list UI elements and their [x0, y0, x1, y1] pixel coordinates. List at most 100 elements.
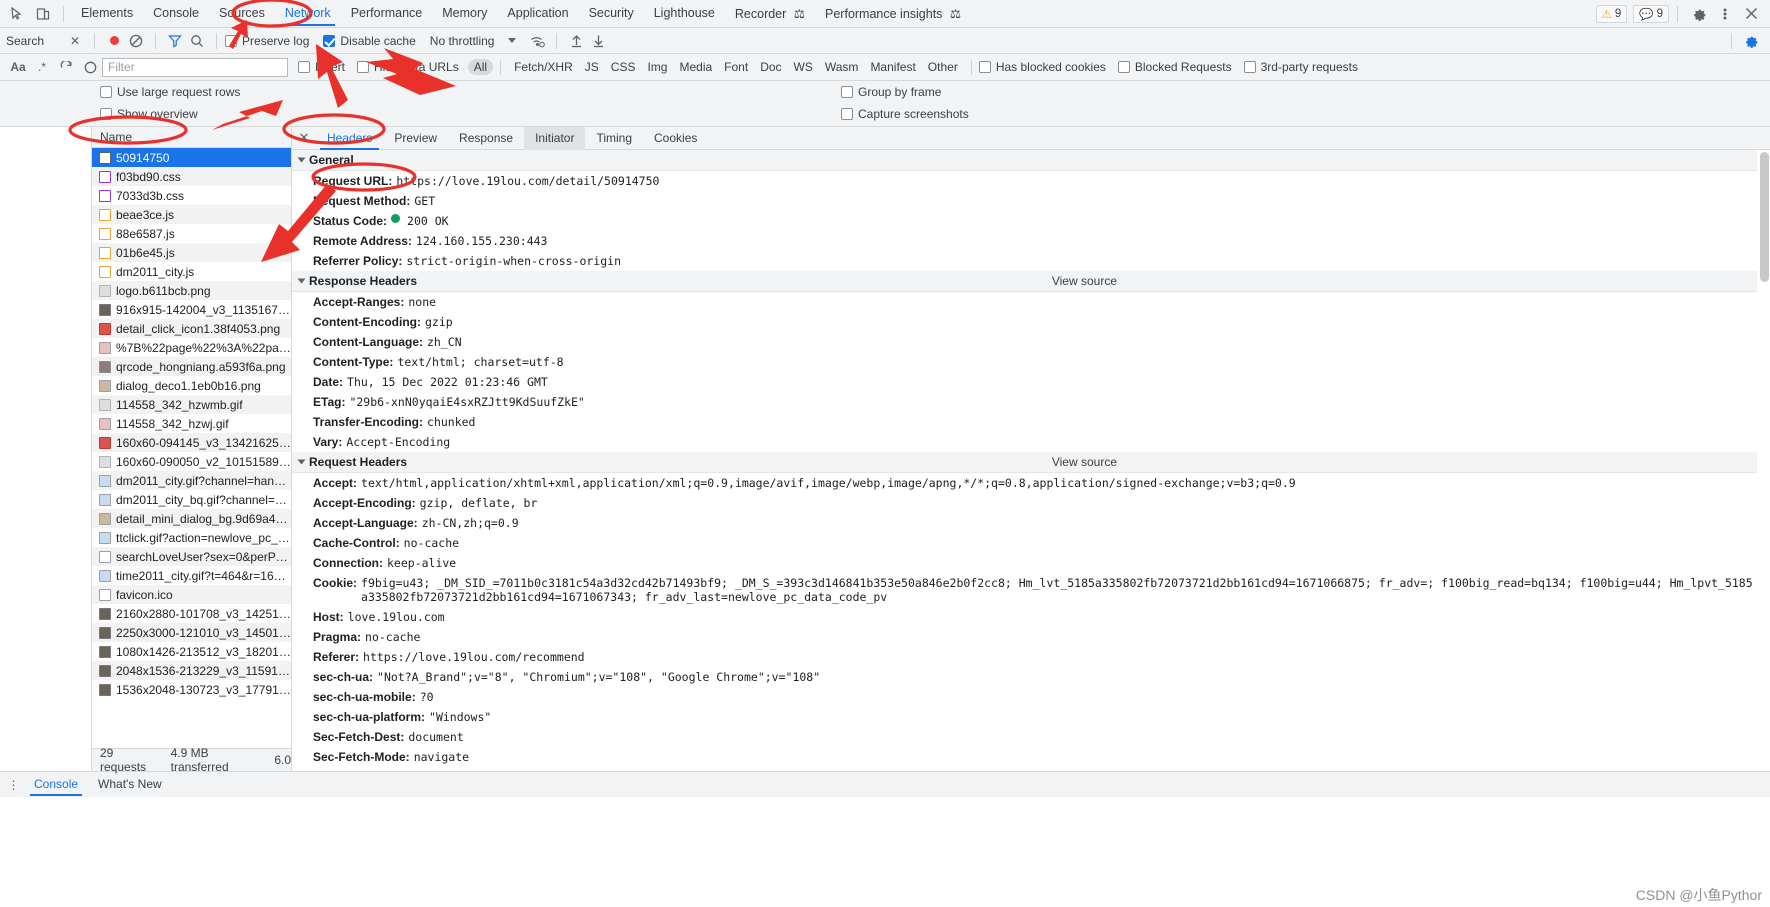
drawer-tab-whats-new[interactable]: What's New [88, 773, 172, 796]
request-row[interactable]: 160x60-094145_v3_1342162562210… [92, 433, 291, 452]
request-row[interactable]: dm2011_city.js [92, 262, 291, 281]
devtools-tab-memory[interactable]: Memory [432, 1, 497, 26]
close-icon[interactable] [1738, 1, 1764, 27]
message-badge[interactable]: 💬 9 [1633, 4, 1669, 23]
network-settings-gear-icon[interactable] [1740, 30, 1762, 52]
invert-checkbox[interactable]: Invert [298, 60, 345, 74]
blocked-requests-checkbox[interactable]: Blocked Requests [1117, 60, 1232, 74]
request-row[interactable]: 2048x1536-213229_v3_1159166765… [92, 661, 291, 680]
details-close-icon[interactable]: ✕ [292, 130, 316, 146]
request-row[interactable]: 01b6e45.js [92, 243, 291, 262]
request-row[interactable]: 2250x3000-121010_v3_1450167081… [92, 623, 291, 642]
tab-response[interactable]: Response [448, 127, 524, 150]
record-button[interactable] [103, 30, 125, 52]
drawer-tab-console[interactable]: Console [24, 773, 88, 796]
request-rows[interactable]: 50914750 f03bd90.css 7033d3b.css beae3ce.js… [92, 148, 291, 748]
filter-type-wasm[interactable]: Wasm [819, 59, 865, 75]
filter-type-other[interactable]: Other [922, 59, 964, 75]
throttling-select-value[interactable]: No throttling [430, 34, 495, 48]
third-party-requests-checkbox[interactable]: 3rd-party requests [1243, 60, 1358, 74]
devtools-tab-performance[interactable]: Performance [341, 1, 433, 26]
has-blocked-cookies-checkbox[interactable]: Has blocked cookies [978, 60, 1106, 74]
request-row[interactable]: 1080x1426-213512_v3_1820167067… [92, 642, 291, 661]
filter-type-doc[interactable]: Doc [754, 59, 787, 75]
request-row[interactable]: 50914750 [92, 148, 291, 167]
preserve-log-checkbox[interactable]: Preserve log [225, 34, 309, 48]
tab-timing[interactable]: Timing [585, 127, 643, 150]
filter-button[interactable] [164, 30, 186, 52]
more-vertical-icon[interactable]: ⋮ [4, 778, 24, 792]
section-header[interactable]: Request Headers View source [292, 452, 1757, 473]
request-row[interactable]: 114558_342_hzwj.gif [92, 414, 291, 433]
request-row[interactable]: 160x60-090050_v2_1015158933165… [92, 452, 291, 471]
tab-headers[interactable]: Headers [316, 127, 383, 150]
devtools-tab-console[interactable]: Console [143, 1, 209, 26]
capture-screenshots-checkbox[interactable]: Capture screenshots [841, 107, 969, 121]
devtools-tab-elements[interactable]: Elements [71, 1, 143, 26]
request-row[interactable]: favicon.ico [92, 585, 291, 604]
request-row[interactable]: beae3ce.js [92, 205, 291, 224]
request-row[interactable]: ttclick.gif?action=newlove_pc_data_… [92, 528, 291, 547]
chevron-down-icon[interactable] [508, 38, 517, 43]
tab-preview[interactable]: Preview [383, 127, 448, 150]
request-row[interactable]: logo.b611bcb.png [92, 281, 291, 300]
request-row[interactable]: 2160x2880-101708_v3_1425167089… [92, 604, 291, 623]
devtools-tab-sources[interactable]: Sources [209, 1, 275, 26]
filter-type-img[interactable]: Img [641, 59, 673, 75]
filter-type-all[interactable]: All [467, 59, 494, 75]
devtools-tab-application[interactable]: Application [497, 1, 578, 26]
filter-type-ws[interactable]: WS [788, 59, 819, 75]
details-scrollbar[interactable] [1758, 150, 1770, 771]
devtools-tab-security[interactable]: Security [579, 1, 644, 26]
network-conditions-icon[interactable] [526, 30, 548, 52]
request-row[interactable]: %7B%22page%22%3A%22pages%… [92, 338, 291, 357]
filter-type-font[interactable]: Font [718, 59, 754, 75]
request-row[interactable]: detail_mini_dialog_bg.9d69a46.png [92, 509, 291, 528]
devtools-tab-performance-insights[interactable]: Performance insights ⚖ [815, 1, 971, 27]
request-row[interactable]: 916x915-142004_v3_113516707396… [92, 300, 291, 319]
search-button[interactable] [186, 30, 208, 52]
request-row[interactable]: 7033d3b.css [92, 186, 291, 205]
refresh-icon[interactable] [54, 56, 78, 78]
filter-type-css[interactable]: CSS [605, 59, 642, 75]
filter-type-fetch-xhr[interactable]: Fetch/XHR [508, 59, 579, 75]
export-har-icon[interactable] [587, 30, 609, 52]
filter-type-js[interactable]: JS [579, 59, 605, 75]
inspect-element-icon[interactable] [4, 1, 30, 27]
clear-filter-icon[interactable] [78, 56, 102, 78]
use-large-request-rows-checkbox[interactable]: Use large request rows [100, 85, 240, 99]
more-vertical-icon[interactable] [1712, 1, 1738, 27]
request-row[interactable]: dialog_deco1.1eb0b16.png [92, 376, 291, 395]
warning-badge[interactable]: ⚠ 9 [1595, 4, 1628, 23]
device-toolbar-icon[interactable] [30, 1, 56, 27]
search-close-icon[interactable]: ✕ [64, 30, 86, 52]
request-row[interactable]: searchLoveUser?sex=0&perPage=1… [92, 547, 291, 566]
request-row[interactable]: f03bd90.css [92, 167, 291, 186]
request-row[interactable]: dm2011_city.gif?channel=hangzho… [92, 471, 291, 490]
request-list-column-header[interactable]: Name [92, 127, 291, 148]
tab-cookies[interactable]: Cookies [643, 127, 708, 150]
regex-icon[interactable]: .* [30, 56, 54, 78]
filter-input[interactable] [102, 57, 288, 77]
hide-data-urls-checkbox[interactable]: Hide data URLs [357, 60, 459, 74]
section-header[interactable]: Response Headers View source [292, 271, 1757, 292]
request-row[interactable]: time2011_city.gif?t=464&r=167106… [92, 566, 291, 585]
filter-type-manifest[interactable]: Manifest [864, 59, 921, 75]
devtools-tab-recorder[interactable]: Recorder ⚖ [725, 1, 815, 27]
match-case-icon[interactable]: Aa [6, 56, 30, 78]
request-row[interactable]: dm2011_city_bq.gif?channel=hang… [92, 490, 291, 509]
section-header[interactable]: General [292, 150, 1757, 171]
devtools-tab-network[interactable]: Network [275, 1, 341, 26]
request-row[interactable]: qrcode_hongniang.a593f6a.png [92, 357, 291, 376]
request-row[interactable]: 1536x2048-130723_v3_1779167082… [92, 680, 291, 699]
tab-initiator[interactable]: Initiator [524, 126, 586, 150]
filter-type-media[interactable]: Media [673, 59, 718, 75]
view-source-link[interactable]: View source [1052, 274, 1117, 288]
details-scrollbar-thumb[interactable] [1760, 152, 1769, 282]
group-by-frame-checkbox[interactable]: Group by frame [841, 85, 941, 99]
gear-icon[interactable] [1686, 1, 1712, 27]
clear-button[interactable] [125, 30, 147, 52]
disable-cache-checkbox[interactable]: Disable cache [323, 34, 416, 48]
show-overview-checkbox[interactable]: Show overview [100, 107, 198, 121]
request-row[interactable]: detail_click_icon1.38f4053.png [92, 319, 291, 338]
